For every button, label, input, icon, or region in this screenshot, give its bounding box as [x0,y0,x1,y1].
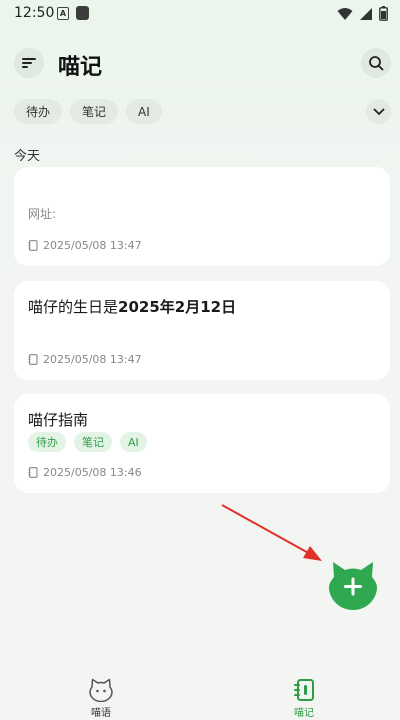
cat-face-icon [89,678,113,702]
nav-tab-notes[interactable]: 喵记 [274,678,334,719]
nav-tab-chat[interactable]: 喵语 [71,678,131,719]
nav-tab-chat-label: 喵语 [91,708,111,719]
bottom-nav: 喵语 喵记 [0,666,400,720]
cat-plus-icon [329,562,377,610]
nav-tab-notes-label: 喵记 [294,708,314,719]
add-note-button[interactable] [328,560,378,610]
notebook-icon [294,679,314,701]
annotation-arrow [221,504,322,561]
